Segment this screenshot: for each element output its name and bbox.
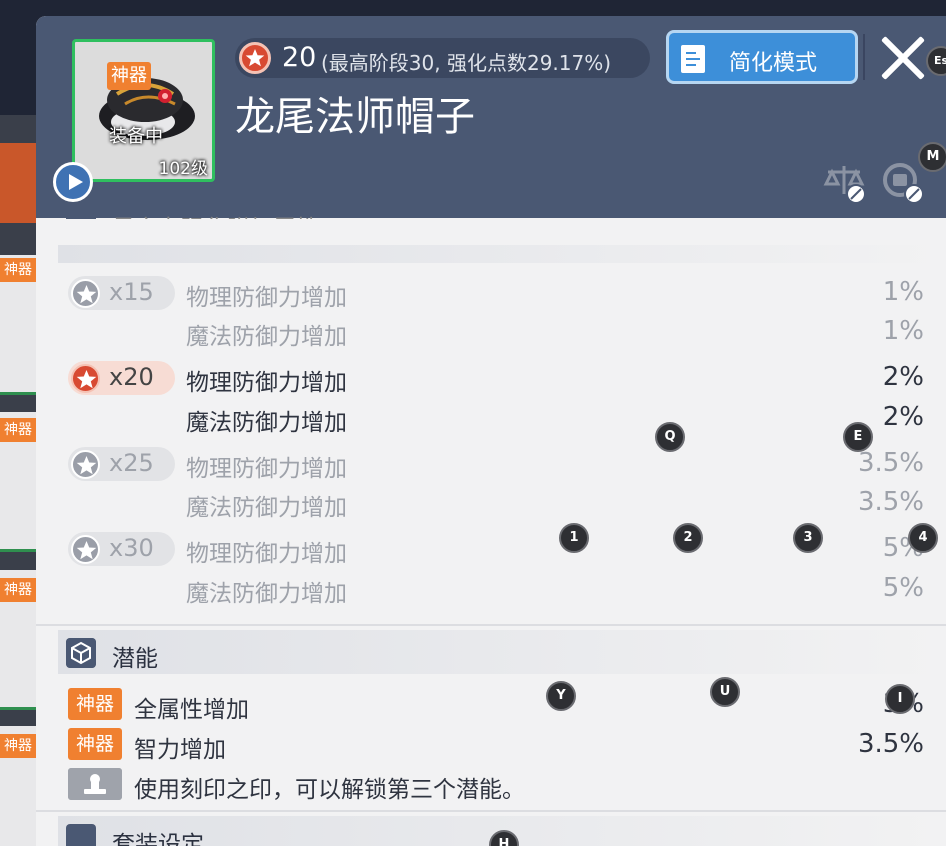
item-header: 神器 装备中 102级 20 (最高阶段30, 强化点数29.17%) 龙尾法师… (36, 16, 946, 218)
artifact-grade-badge: 神器 (68, 688, 122, 720)
play-preview-button[interactable] (53, 162, 93, 202)
potential-text: 智力增加 (134, 737, 226, 763)
simple-mode-label: 简化模式 (729, 51, 818, 76)
star-tier-pill: x20 (68, 361, 175, 395)
potential-unlock-hint: 使用刻印之印，可以解锁第三个潜能。 (36, 766, 946, 804)
hotkey-m[interactable]: M (918, 142, 946, 172)
item-level-label: 102级 (158, 159, 208, 179)
equipped-label: 装备中 (109, 126, 163, 147)
star-tier-row: 魔法防御力增加 3.5% (36, 484, 946, 524)
background-tag: 神器 (0, 578, 36, 602)
stat-name: 物理防御力增加 (186, 541, 347, 567)
hotkey-4[interactable]: 4 (908, 523, 938, 553)
item-name: 龙尾法师帽子 (235, 94, 475, 140)
potential-line: 神器 智力增加 3.5% (36, 726, 946, 764)
star-tier-pill: x15 (68, 276, 175, 310)
background-tag: 神器 (0, 418, 36, 442)
stat-name: 魔法防御力增加 (186, 324, 347, 350)
stat-name: 物理防御力增加 (186, 285, 347, 311)
hotkey-q[interactable]: Q (655, 422, 685, 452)
star-force-description: (最高阶段30, 强化点数29.17%) (321, 51, 612, 75)
stamp-icon (68, 768, 122, 800)
star-tier-row: 魔法防御力增加 1% (36, 313, 946, 353)
hotkey-u[interactable]: U (710, 677, 740, 707)
set-section-title: 套装设定 (112, 832, 204, 846)
star-tier-pill: x30 (68, 532, 175, 566)
stat-name: 魔法防御力增加 (186, 495, 347, 521)
background-tag: 神器 (0, 258, 36, 282)
section-divider (36, 624, 946, 626)
stat-name: 魔法防御力增加 (186, 410, 347, 436)
artifact-grade-badge: 神器 (68, 728, 122, 760)
hotkey-1[interactable]: 1 (559, 523, 589, 553)
potential-section-title: 潜能 (112, 646, 158, 672)
item-detail-panel: 神器 装备中 102级 20 (最高阶段30, 强化点数29.17%) 龙尾法师… (36, 16, 946, 846)
stat-value: 3.5% (857, 448, 924, 478)
star-icon (71, 364, 100, 393)
star-icon (71, 279, 100, 308)
potential-section-header: 潜能 (58, 630, 946, 674)
stat-name: 魔法防御力增加 (186, 581, 347, 607)
header-divider (863, 34, 865, 80)
set-icon (66, 824, 96, 846)
stat-value: 2% (882, 402, 924, 432)
section-divider (36, 810, 946, 812)
background-tag: 神器 (0, 734, 36, 758)
potential-line: 神器 全属性增加 3% (36, 686, 946, 724)
stat-value: 1% (882, 277, 924, 307)
hotkey-i[interactable]: I (885, 684, 915, 714)
cube-icon (66, 638, 96, 668)
star-tier-level: x20 (109, 363, 154, 391)
stat-name: 物理防御力增加 (186, 456, 347, 482)
artifact-grade-badge: 神器 (107, 62, 151, 90)
star-tier-pill: x25 (68, 447, 175, 481)
star-tier-level: x15 (109, 278, 154, 306)
hotkey-2[interactable]: 2 (673, 523, 703, 553)
star-tier-row: x15 物理防御力增加 1% (36, 274, 946, 314)
background-orange-block (0, 143, 40, 223)
potential-text: 全属性增加 (134, 697, 249, 723)
simple-mode-button[interactable]: 简化模式 (666, 30, 858, 84)
document-icon (681, 45, 705, 73)
star-force-indicator: 20 (最高阶段30, 强化点数29.17%) (235, 38, 650, 78)
star-force-count: 20 (282, 42, 317, 73)
star-tier-row: x20 物理防御力增加 2% (36, 359, 946, 399)
stat-value: 1% (882, 316, 924, 346)
star-tier-row: x25 物理防御力增加 3.5% (36, 445, 946, 485)
hotkey-3[interactable]: 3 (793, 523, 823, 553)
scroll-mask (36, 219, 946, 245)
star-force-icon (239, 42, 271, 74)
stat-value: 5% (882, 573, 924, 603)
star-tier-level: x25 (109, 449, 154, 477)
stat-value: 3.5% (857, 487, 924, 517)
compare-disabled-icon[interactable] (822, 158, 870, 206)
item-icon-frame[interactable]: 神器 装备中 102级 (72, 39, 215, 182)
hotkey-e[interactable]: E (843, 422, 873, 452)
stat-value: 2% (882, 362, 924, 392)
star-icon (71, 450, 100, 479)
hotkey-y[interactable]: Y (546, 681, 576, 711)
star-icon (71, 535, 100, 564)
star-tier-level: x30 (109, 534, 154, 562)
close-button[interactable] (878, 32, 928, 82)
potential-value: 3.5% (857, 729, 924, 759)
stat-name: 物理防御力增加 (186, 370, 347, 396)
star-tier-row: 魔法防御力增加 2% (36, 399, 946, 439)
unlock-hint-text: 使用刻印之印，可以解锁第三个潜能。 (134, 777, 525, 803)
star-tier-row: 魔法防御力增加 5% (36, 570, 946, 610)
refresh-disabled-icon[interactable] (878, 158, 926, 206)
